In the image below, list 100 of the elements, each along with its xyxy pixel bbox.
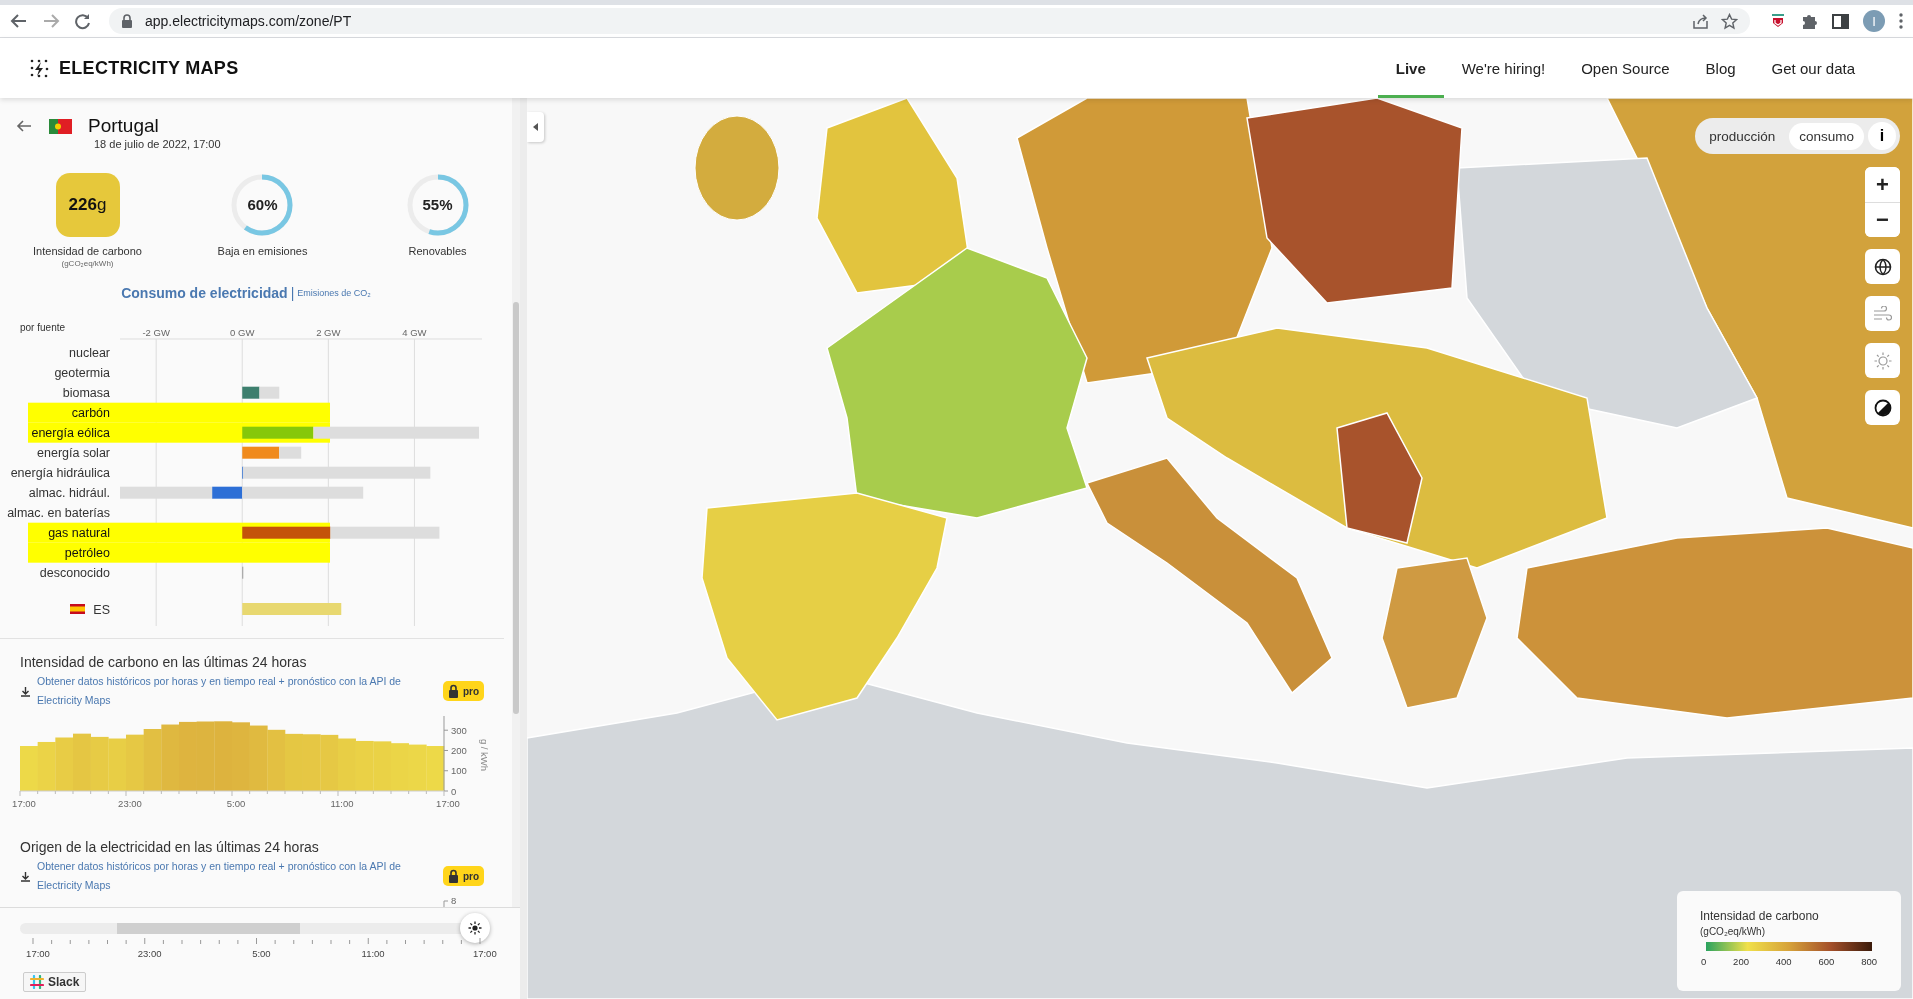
axis-label: 100 [451,765,467,777]
sidebar-icon[interactable] [1832,12,1849,30]
time-label: 17:00 [26,948,50,959]
legend-unit: (gCO₂eq/kWh) [1700,926,1766,937]
axis-title: por fuente [20,322,66,333]
gauge-value: 55% [421,196,454,213]
info-button[interactable]: i [1868,122,1896,150]
api-link[interactable]: Obtener datos históricos por horas y en tiempo real + pronóstico con la API de Electricity Maps [37,672,432,710]
scrollbar[interactable] [512,98,520,907]
bar [285,733,303,791]
nav-link[interactable]: We're hiring! [1443,38,1564,98]
axis-label: 300 [451,724,467,736]
source-label: almac. hidrául. [28,486,110,501]
tab[interactable]: Consumo de electricidad [121,285,288,301]
country-label: ES [93,602,110,617]
bar [55,737,74,791]
bar [73,733,91,791]
gauge-value: 60% [246,196,279,213]
time-label: 17:00 [472,948,497,959]
nav-link[interactable]: Blog [1687,38,1754,98]
caret-icon [533,123,538,131]
source-label: almac. en baterías [7,506,110,521]
sun-icon [1873,351,1892,370]
axis-label: 17:00 [436,798,460,809]
lock-icon [447,684,459,698]
separator: | [290,285,295,301]
source-label: desconocido [39,566,110,581]
language-button[interactable] [1865,249,1900,284]
star-icon[interactable] [1721,12,1738,30]
share-icon[interactable] [1692,12,1709,30]
metric-label: Baja en emisiones [217,245,308,257]
scale-label: 800 [1861,956,1877,967]
time-label: 23:00 [137,948,162,959]
flag-icon [70,604,85,614]
bar [108,738,127,791]
lock-icon [447,869,459,883]
bar [232,722,250,791]
back-arrow-icon[interactable] [16,119,33,133]
capacity-bar [259,386,280,399]
bar [20,746,38,791]
globe-icon [1873,257,1892,276]
puzzle-icon[interactable] [1800,12,1818,30]
source-label: petróleo [64,546,110,561]
source-label: carbón [71,406,110,421]
bar [267,729,286,791]
api-link[interactable]: Obtener datos históricos por horas y en tiempo real + pronóstico con la API de Electricity Maps [37,857,432,895]
axis-label: 2 GW [316,327,341,338]
metric-label: Intensidad de carbono [33,245,142,257]
scale-label: 200 [1733,956,1749,967]
timeline-slider[interactable] [20,913,491,943]
axis-label: 0 GW [230,327,255,338]
bar [426,746,445,791]
source-label: gas natural [48,526,110,541]
source-label: energía solar [37,446,110,461]
nav-link[interactable]: Get our data [1753,38,1873,98]
logo-text: ELECTRICITY MAPS [59,57,239,79]
tab[interactable]: Emisiones de CO₂ [297,288,371,298]
back-icon[interactable] [10,13,28,29]
source-label: nuclear [69,346,110,361]
bar [338,738,356,791]
contrast-icon [1873,398,1892,417]
axis-title: g / kWh [479,738,490,772]
slack-icon [30,975,44,989]
source-label: energía hidráulica [10,466,110,481]
section-title: Origen de la electricidad en las últimas 24 horas [19,838,320,857]
axis-label: -2 GW [142,327,170,338]
download-icon [20,685,31,697]
toggle-option[interactable]: producción [1699,122,1786,150]
legend-title: Intensidad de carbono [1700,909,1820,923]
axis-label: 0 [451,785,457,797]
pro-badge: pro [442,681,484,701]
bar [126,734,144,791]
timeline-thumb[interactable] [460,913,490,943]
shield-icon[interactable] [1770,14,1786,28]
scrollbar-thumb[interactable] [513,302,519,714]
axis-label: 4 GW [402,327,427,338]
time-label: 5:00 [252,948,271,959]
reload-icon[interactable] [74,12,91,30]
slack-button[interactable]: Slack [23,972,87,992]
axis-label: 17:00 [12,798,36,809]
address-field[interactable]: app.electricitymaps.com/zone/PT [109,8,1750,34]
y-axis [443,900,449,907]
toggle-option[interactable]: consumo [1789,122,1864,150]
nav-link[interactable]: Open Source [1563,38,1688,98]
axis-label: 8 [451,895,457,906]
zoom-out-button[interactable]: − [1865,202,1900,237]
carbon-intensity-badge: 226g [55,173,120,237]
menu-icon[interactable] [1899,13,1903,29]
capacity-bar [279,446,302,459]
flag-icon [49,118,72,134]
bar [179,721,197,791]
theme-button[interactable] [1865,390,1900,425]
sun-icon [468,921,482,935]
section-title: Intensidad de carbono en las últimas 24 horas [19,653,308,672]
download-icon [20,870,31,882]
collapse-button[interactable] [527,112,544,142]
metric-label: Renovables [408,245,467,257]
bar [373,741,392,791]
source-label: biomasa [62,386,110,401]
time-label: 11:00 [361,948,385,959]
